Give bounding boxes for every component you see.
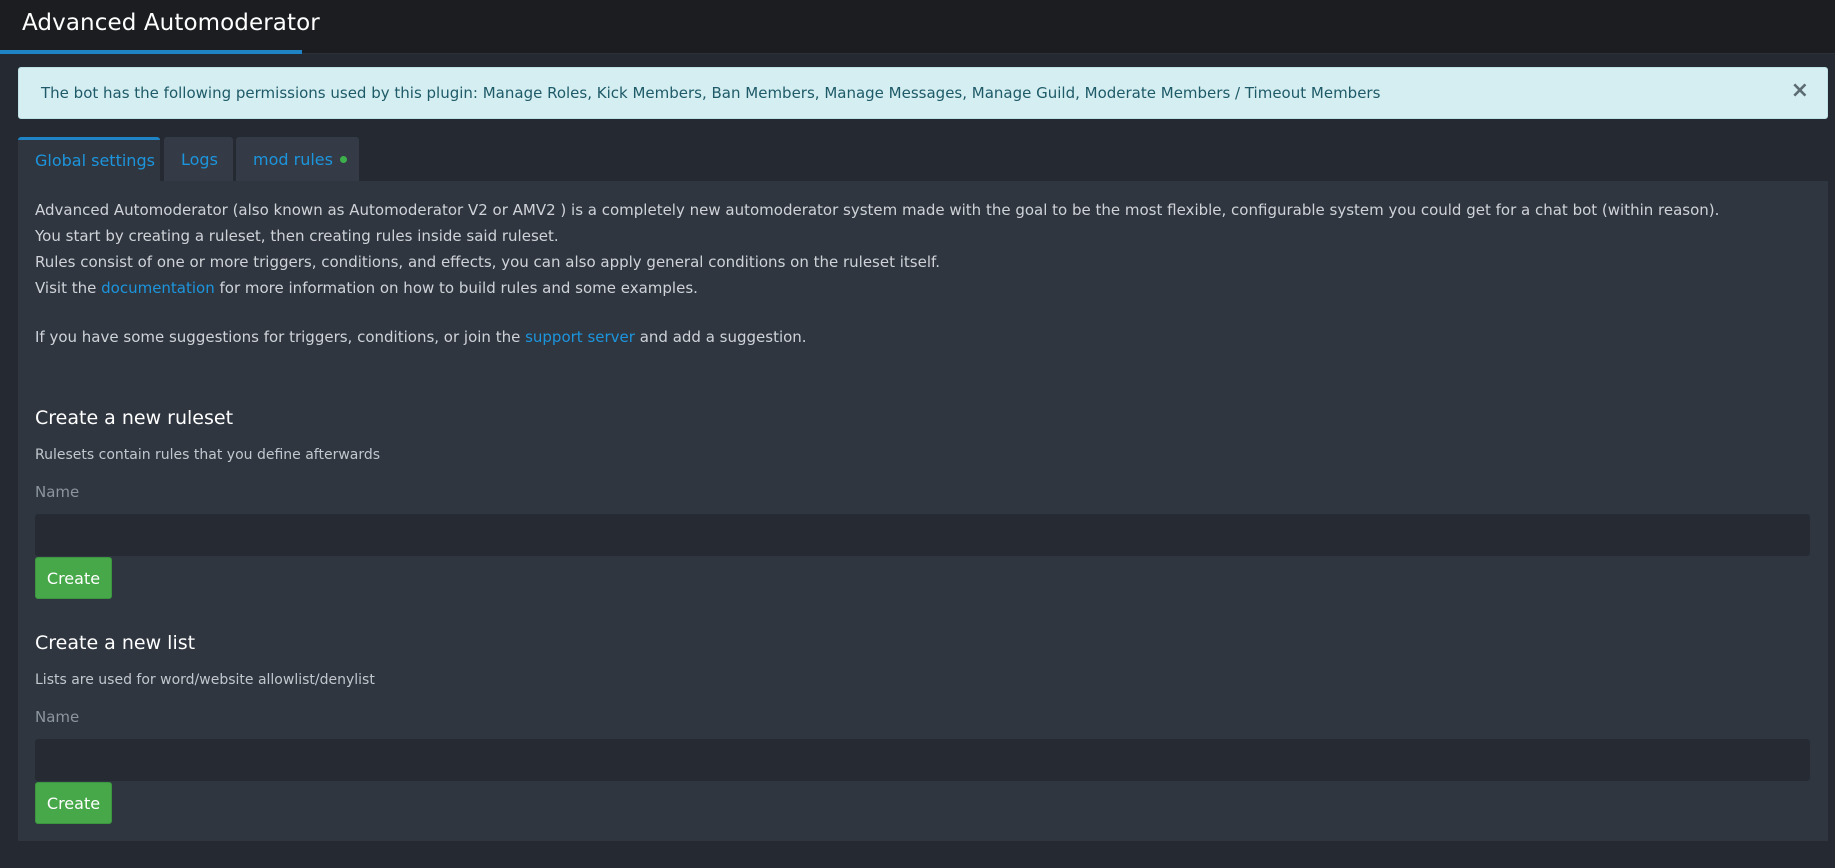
settings-panel: Advanced Automoderator (also known as Au… [18, 181, 1828, 841]
intro-line-1: Advanced Automoderator (also known as Au… [35, 201, 1720, 219]
list-name-label: Name [35, 708, 80, 726]
list-description: Lists are used for word/website allowlis… [35, 672, 375, 688]
intro-text: Visit the [35, 279, 102, 297]
create-list-button[interactable]: Create [35, 782, 112, 824]
list-heading: Create a new list [35, 632, 196, 654]
intro-text: If you have some suggestions for trigger… [35, 328, 526, 346]
ruleset-description: Rulesets contain rules that you define a… [35, 447, 381, 463]
close-icon[interactable]: × [1791, 80, 1809, 102]
permissions-alert: The bot has the following permissions us… [18, 67, 1828, 119]
ruleset-name-label: Name [35, 483, 80, 501]
page-title: Advanced Automoderator [22, 10, 320, 36]
status-dot-icon [339, 156, 347, 163]
support-server-link[interactable]: support server [525, 328, 635, 346]
intro-line-5: If you have some suggestions for trigger… [35, 328, 807, 346]
ruleset-name-input[interactable] [35, 514, 1810, 556]
tab-mod-rules[interactable]: mod rules [236, 137, 359, 181]
intro-text: and add a suggestion. [634, 328, 807, 346]
top-header: Advanced Automoderator [0, 0, 1835, 54]
tab-label: mod rules [253, 150, 333, 169]
create-ruleset-button[interactable]: Create [35, 557, 112, 599]
tab-logs[interactable]: Logs [164, 137, 233, 181]
tab-label: Global settings [35, 151, 155, 170]
list-name-input[interactable] [35, 739, 1810, 781]
header-accent-bar [0, 50, 302, 54]
intro-line-3: Rules consist of one or more triggers, c… [35, 253, 940, 271]
alert-message: The bot has the following permissions us… [41, 84, 1381, 102]
tab-label: Logs [181, 150, 218, 169]
ruleset-heading: Create a new ruleset [35, 407, 234, 429]
intro-line-4: Visit the documentation for more informa… [35, 279, 698, 297]
intro-text: for more information on how to build rul… [214, 279, 698, 297]
intro-line-2: You start by creating a ruleset, then cr… [35, 227, 559, 245]
tab-global-settings[interactable]: Global settings [18, 137, 160, 181]
documentation-link[interactable]: documentation [101, 279, 215, 297]
